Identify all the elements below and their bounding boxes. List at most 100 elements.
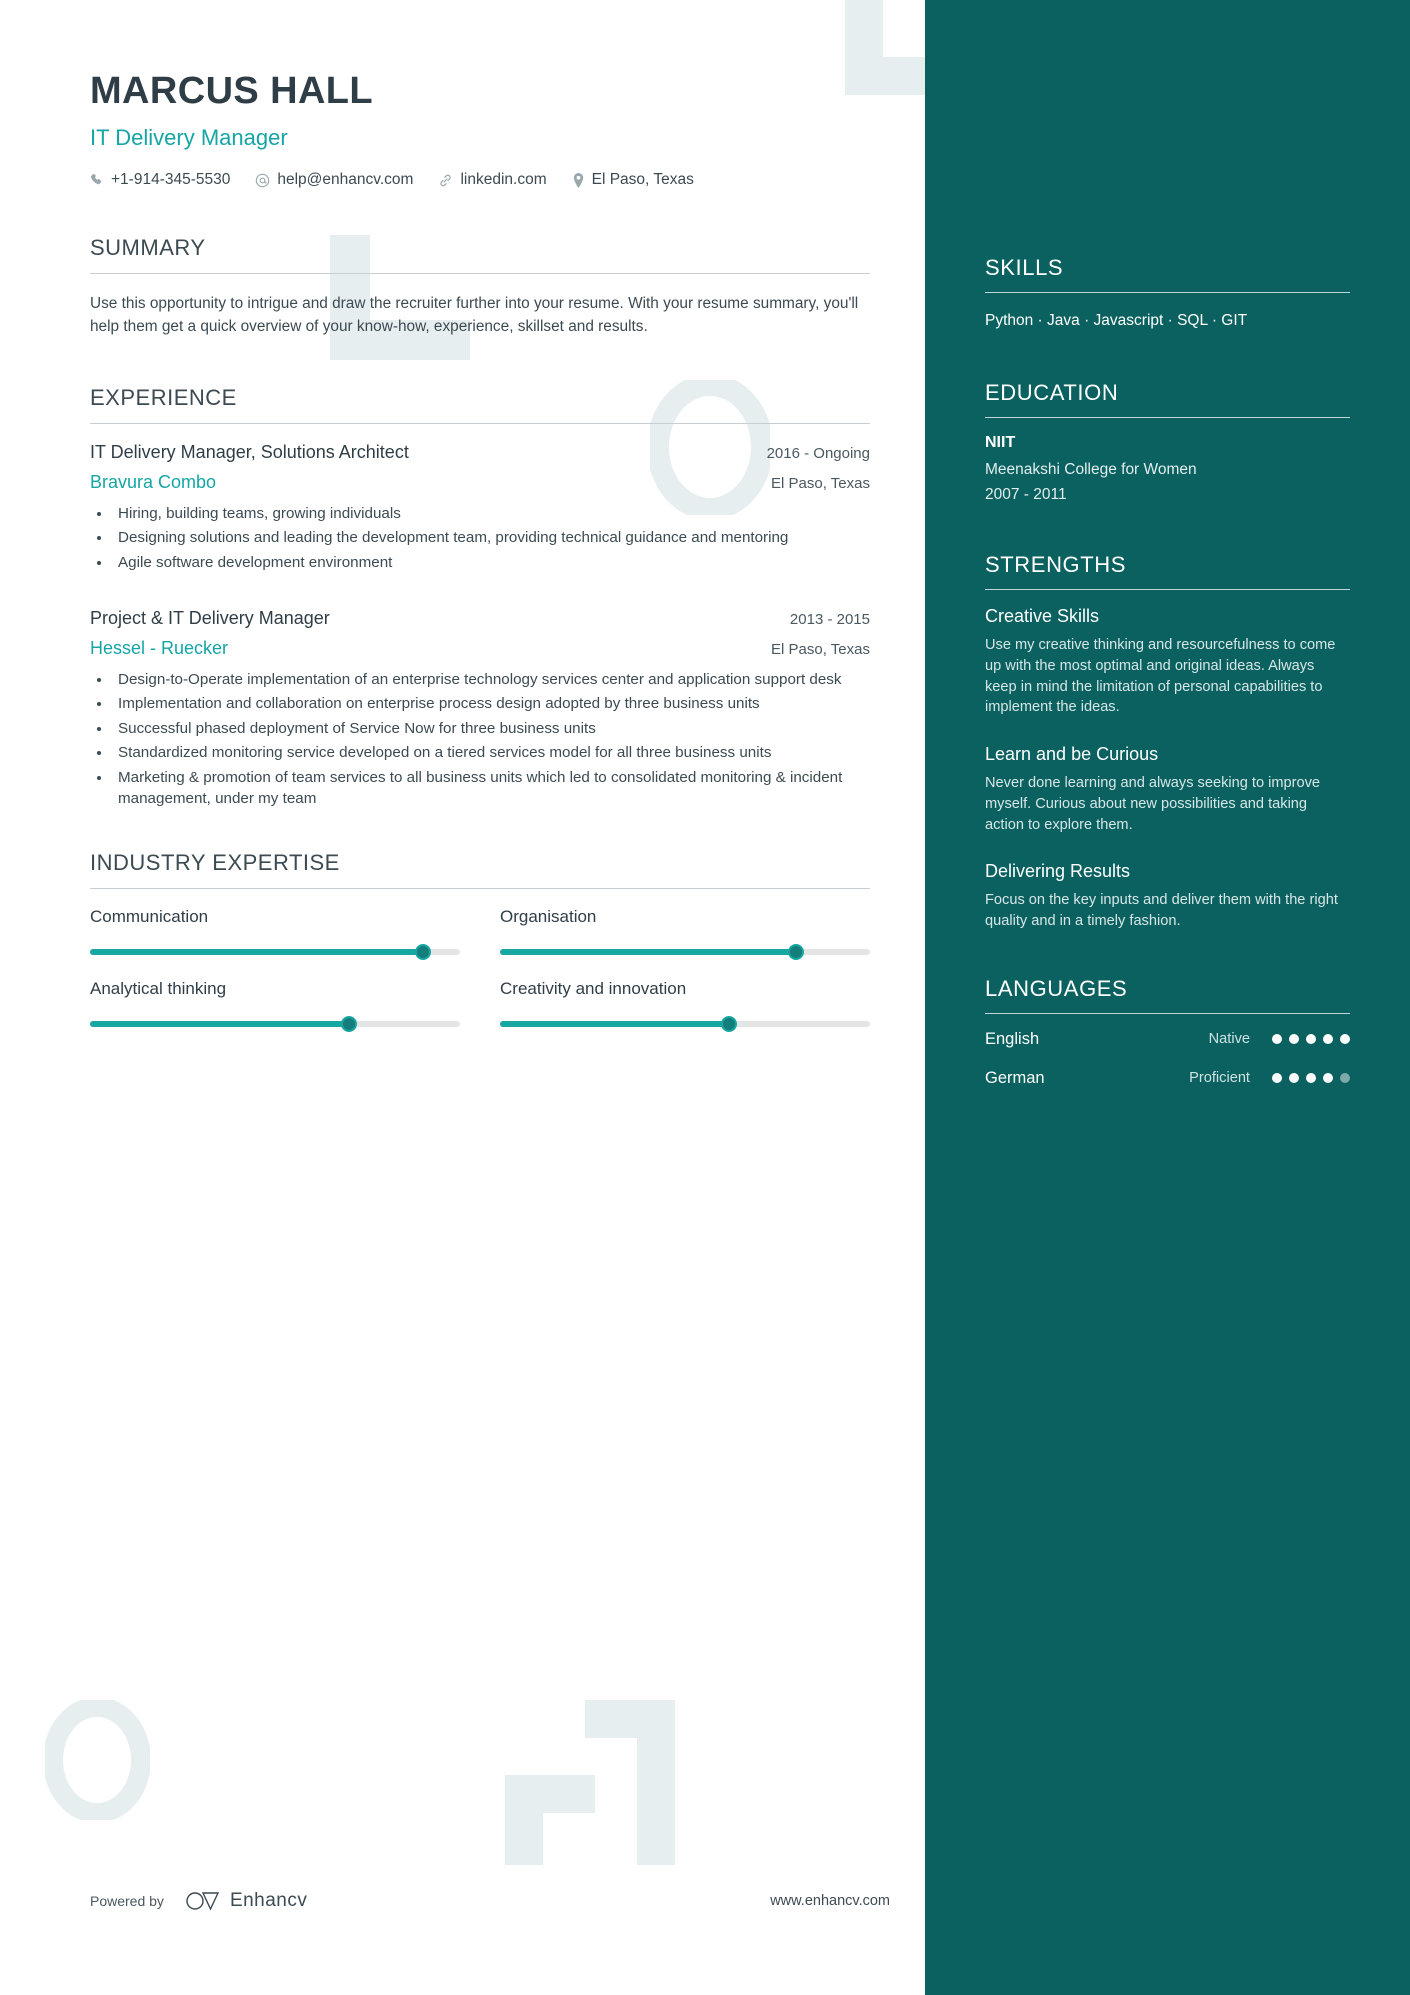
divider — [90, 888, 870, 890]
language-row: English Native — [985, 1030, 1350, 1049]
job-bullet: Design-to-Operate implementation of an e… — [112, 669, 870, 691]
rating-dot — [1306, 1034, 1316, 1045]
slider-knob[interactable] — [788, 944, 804, 961]
slider-fill — [90, 949, 423, 956]
rating-dot — [1323, 1073, 1333, 1084]
job-bullet: Standardized monitoring service develope… — [112, 742, 870, 764]
job-role: Project & IT Delivery Manager — [90, 607, 330, 628]
strength-title: Learn and be Curious — [985, 744, 1159, 765]
expertise-slider[interactable] — [500, 1016, 870, 1033]
job-company: Bravura Combo — [90, 471, 217, 492]
language-rating-dots — [1272, 1034, 1350, 1045]
slider-knob[interactable] — [415, 944, 431, 961]
education-school: NIIT — [985, 434, 1016, 452]
strengths-heading: STRENGTHS — [985, 552, 1127, 578]
footer: Powered by Enhancv www.enhancv.com — [90, 1890, 890, 1912]
expertise-item: Communication — [90, 907, 460, 961]
experience-section: EXPERIENCE IT Delivery Manager, Solution… — [90, 385, 870, 810]
experience-item: IT Delivery Manager, Solutions Architect… — [90, 442, 870, 574]
rating-dot — [1272, 1073, 1282, 1084]
languages-section: LANGUAGES English Native German Proficie… — [985, 976, 1350, 1088]
strength-text: Never done learning and always seeking t… — [985, 775, 1321, 833]
link-icon — [440, 174, 452, 186]
resume-page: SKILLS Python · Java · Javascript · SQL … — [0, 0, 1410, 1995]
skills-heading: SKILLS — [985, 255, 1064, 280]
divider — [90, 422, 870, 424]
strengths-section: STRENGTHS Creative Skills Use my creativ… — [985, 552, 1350, 931]
slider-fill — [90, 1021, 349, 1028]
language-level: Native — [1208, 1031, 1250, 1048]
expertise-grid: Communication Organisation Analytical th… — [90, 907, 870, 1033]
job-bullet: Implementation and collaboration on ente… — [112, 693, 870, 715]
decorative-corner-shape — [505, 1700, 675, 1865]
summary-section: SUMMARY Use this opportunity to intrigue… — [90, 235, 870, 339]
language-rating-dots — [1272, 1073, 1350, 1084]
slider-knob[interactable] — [721, 1016, 738, 1033]
expertise-item: Organisation — [500, 907, 870, 961]
rating-dot — [1323, 1034, 1333, 1045]
industry-expertise-heading: INDUSTRY EXPERTISE — [90, 850, 340, 876]
education-section: EDUCATION NIIT Meenakshi College for Wom… — [985, 380, 1350, 504]
language-name: English — [985, 1029, 1040, 1048]
decorative-circle-shape — [45, 1700, 150, 1820]
job-location: El Paso, Texas — [771, 474, 870, 492]
divider — [985, 589, 1350, 591]
expertise-slider[interactable] — [90, 944, 460, 961]
enhancv-mark-icon — [186, 1892, 220, 1911]
language-name: German — [985, 1068, 1045, 1087]
expertise-slider[interactable] — [500, 944, 870, 961]
strength-item: Delivering Results Focus on the key inpu… — [985, 861, 1350, 931]
email-icon — [256, 173, 270, 187]
enhancv-logo: Enhancv — [186, 1890, 307, 1912]
expertise-item: Creativity and innovation — [500, 979, 870, 1033]
contact-phone-text: +1-914-345-5530 — [111, 171, 231, 188]
slider-fill — [500, 1021, 730, 1028]
language-level: Proficient — [1189, 1070, 1250, 1087]
job-bullets: Hiring, building teams, growing individu… — [90, 503, 870, 574]
strength-item: Learn and be Curious Never done learning… — [985, 744, 1350, 835]
job-bullets: Design-to-Operate implementation of an e… — [90, 669, 870, 810]
slider-fill — [500, 949, 796, 956]
website-url: www.enhancv.com — [770, 1893, 890, 1909]
slider-knob[interactable] — [341, 1016, 357, 1033]
job-bullet: Agile software development environment — [112, 552, 870, 574]
experience-heading: EXPERIENCE — [90, 384, 237, 410]
contact-email[interactable]: help@enhancv.com — [255, 171, 413, 189]
expertise-label: Communication — [90, 907, 209, 927]
expertise-slider[interactable] — [90, 1016, 460, 1033]
job-date: 2013 - 2015 — [789, 610, 870, 628]
skills-section: SKILLS Python · Java · Javascript · SQL … — [985, 255, 1350, 332]
rating-dot — [1289, 1073, 1299, 1084]
location-pin-icon — [573, 172, 583, 188]
expertise-label: Organisation — [500, 907, 597, 927]
education-years: 2007 - 2011 — [985, 486, 1067, 504]
education-degree: Meenakshi College for Women — [985, 461, 1197, 479]
contact-bar: +1-914-345-5530 help@enhancv.com linkedi… — [90, 171, 925, 189]
header-job-title: IT Delivery Manager — [90, 125, 288, 150]
industry-expertise-section: INDUSTRY EXPERTISE Communication Organis… — [90, 850, 870, 1033]
contact-phone[interactable]: +1-914-345-5530 — [90, 171, 230, 189]
expertise-item: Analytical thinking — [90, 979, 460, 1033]
divider — [985, 417, 1350, 419]
rating-dot — [1289, 1034, 1299, 1045]
experience-item: Project & IT Delivery Manager 2013 - 201… — [90, 608, 870, 810]
contact-email-text: help@enhancv.com — [277, 171, 414, 188]
rating-dot — [1340, 1034, 1350, 1045]
contact-link[interactable]: linkedin.com — [438, 171, 547, 189]
job-role: IT Delivery Manager, Solutions Architect — [90, 441, 409, 462]
strength-title: Delivering Results — [985, 861, 1131, 882]
job-bullet: Hiring, building teams, growing individu… — [112, 503, 870, 525]
expertise-label: Creativity and innovation — [500, 979, 687, 999]
strength-item: Creative Skills Use my creative thinking… — [985, 606, 1350, 718]
rating-dot — [1306, 1073, 1316, 1084]
summary-heading: SUMMARY — [90, 235, 206, 260]
contact-location[interactable]: El Paso, Texas — [572, 171, 694, 189]
skills-list: Python · Java · Javascript · SQL · GIT — [985, 312, 1248, 329]
page-title: MARCUS HALL — [90, 70, 374, 112]
divider — [985, 1012, 1350, 1014]
phone-icon — [90, 173, 102, 185]
job-bullet: Successful phased deployment of Service … — [112, 718, 870, 740]
strength-title: Creative Skills — [985, 606, 1100, 627]
divider — [985, 292, 1350, 293]
main-content: MARCUS HALL IT Delivery Manager +1-914-3… — [0, 0, 925, 1033]
